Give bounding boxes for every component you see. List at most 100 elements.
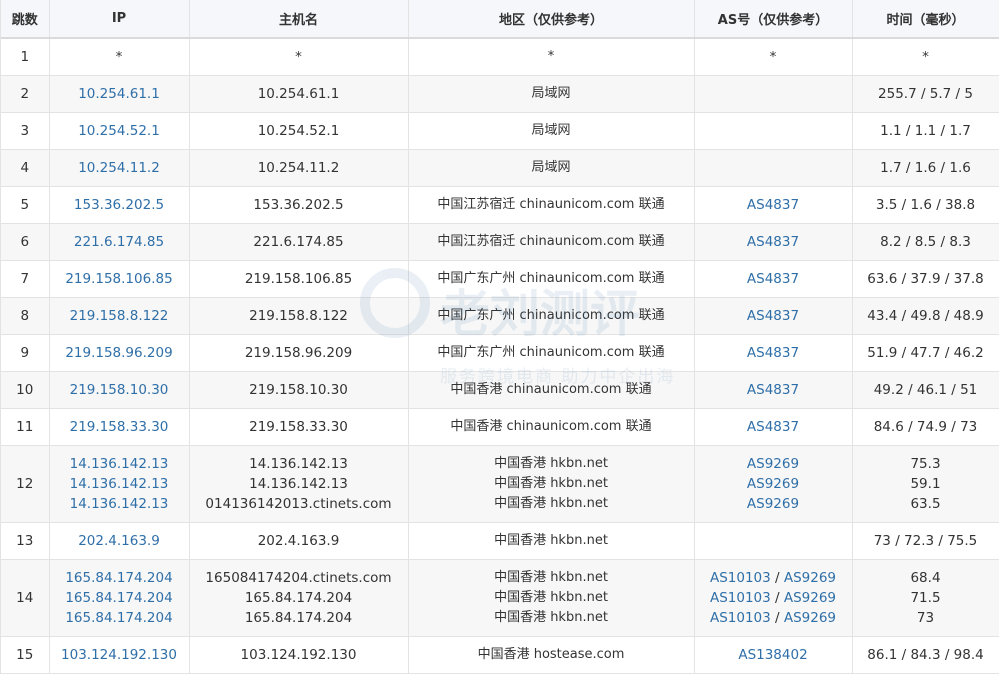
ip-link[interactable]: 219.158.106.85: [65, 271, 172, 287]
ip-link[interactable]: 165.84.174.204: [65, 570, 172, 586]
hostname-cell: 219.158.10.30: [189, 371, 409, 409]
hop-cell: 4: [1, 149, 50, 187]
as-link[interactable]: AS4837: [747, 271, 799, 287]
ip-cell-line: 10.254.11.2: [50, 158, 189, 178]
region-cell: 局域网: [408, 112, 695, 150]
time-cell-line: 1.7 / 1.6 / 1.6: [853, 158, 999, 178]
region-cell-text: 局域网: [531, 159, 571, 175]
ip-link[interactable]: 221.6.174.85: [74, 234, 164, 250]
ip-cell: 219.158.8.122: [49, 297, 190, 335]
traceroute-table: 跳数 IP 主机名 地区（仅供参考） AS号（仅供参考） 时间（毫秒） 1 * * *…: [1, 0, 999, 674]
as-link[interactable]: AS4837: [747, 419, 799, 435]
as-link[interactable]: AS9269: [784, 610, 836, 626]
as-cell-line: AS10103 / AS9269: [695, 588, 852, 608]
ip-cell: 219.158.33.30: [49, 408, 190, 446]
region-cell-line: 中国香港 hkbn.net: [409, 454, 694, 474]
time-cell-text: 3.5 / 1.6 / 38.8: [875, 196, 976, 213]
ip-link[interactable]: 10.254.52.1: [78, 123, 160, 139]
hostname-cell: 10.254.11.2: [189, 149, 409, 187]
ip-cell-line: 14.136.142.13: [50, 474, 189, 494]
ip-cell-line: 165.84.174.204: [50, 608, 189, 628]
time-cell-line: 68.4: [853, 568, 999, 588]
as-link[interactable]: AS9269: [747, 456, 799, 472]
ip-link[interactable]: 153.36.202.5: [74, 197, 164, 213]
as-link[interactable]: AS4837: [747, 308, 799, 324]
ip-link[interactable]: 219.158.33.30: [70, 419, 169, 435]
as-link[interactable]: AS4837: [747, 345, 799, 361]
hostname-cell-line: 10.254.11.2: [190, 158, 408, 178]
header-as: AS号（仅供参考）: [694, 0, 853, 39]
as-link[interactable]: AS10103: [710, 590, 771, 606]
time-cell-text: 73 / 72.3 / 75.5: [873, 532, 978, 549]
time-cell-text: 84.6 / 74.9 / 73: [873, 418, 978, 435]
as-cell: AS138402: [694, 636, 853, 674]
time-cell-line: *: [853, 47, 999, 67]
time-cell: 73 / 72.3 / 75.5: [852, 522, 999, 560]
ip-cell-line: 103.124.192.130: [50, 645, 189, 665]
time-cell-text: 75.3: [910, 455, 941, 472]
hostname-cell: 221.6.174.85: [189, 223, 409, 261]
region-cell-line: 中国香港 hostease.com: [409, 645, 694, 665]
as-separator: /: [770, 589, 784, 606]
ip-link[interactable]: 10.254.11.2: [78, 160, 160, 176]
ip-link[interactable]: 14.136.142.13: [70, 496, 169, 512]
hostname-cell-text: 10.254.61.1: [257, 85, 340, 102]
as-link[interactable]: AS9269: [784, 590, 836, 606]
hostname-cell: *: [189, 38, 409, 76]
ip-link[interactable]: 219.158.8.122: [70, 308, 169, 324]
ip-link[interactable]: 202.4.163.9: [78, 533, 160, 549]
ip-link[interactable]: 165.84.174.204: [65, 590, 172, 606]
region-cell-text: 中国江苏宿迁 chinaunicom.com 联通: [437, 196, 665, 212]
as-link[interactable]: AS4837: [747, 234, 799, 250]
as-link[interactable]: AS10103: [710, 570, 771, 586]
hostname-cell-line: 153.36.202.5: [190, 195, 408, 215]
hop-cell: 7: [1, 260, 50, 298]
region-cell-line: 中国江苏宿迁 chinaunicom.com 联通: [409, 232, 694, 252]
ip-cell: 219.158.96.209: [49, 334, 190, 372]
hostname-cell-line: 219.158.96.209: [190, 343, 408, 363]
as-link[interactable]: AS9269: [784, 570, 836, 586]
region-cell-line: 中国香港 hkbn.net: [409, 568, 694, 588]
hostname-cell-text: 219.158.96.209: [244, 344, 353, 361]
ip-link[interactable]: 14.136.142.13: [70, 456, 169, 472]
table-header-row: 跳数 IP 主机名 地区（仅供参考） AS号（仅供参考） 时间（毫秒）: [1, 0, 999, 39]
time-cell-line: 86.1 / 84.3 / 98.4: [853, 645, 999, 665]
ip-link[interactable]: 219.158.96.209: [65, 345, 172, 361]
as-cell-line: AS4837: [695, 343, 852, 363]
region-cell-text: 中国江苏宿迁 chinaunicom.com 联通: [437, 233, 665, 249]
as-cell-line: AS4837: [695, 417, 852, 437]
region-cell: 局域网: [408, 75, 695, 113]
as-cell-line: AS9269: [695, 474, 852, 494]
hostname-cell-text: 153.36.202.5: [253, 196, 344, 213]
hostname-cell-line: 219.158.106.85: [190, 269, 408, 289]
ip-link[interactable]: 219.158.10.30: [70, 382, 169, 398]
region-cell-line: 中国广东广州 chinaunicom.com 联通: [409, 269, 694, 289]
as-link[interactable]: AS138402: [738, 647, 807, 663]
hostname-cell-line: 165.84.174.204: [190, 588, 408, 608]
ip-cell-line: 219.158.106.85: [50, 269, 189, 289]
time-cell-line: 63.6 / 37.9 / 37.8: [853, 269, 999, 289]
ip-link[interactable]: 165.84.174.204: [65, 610, 172, 626]
region-cell: 中国江苏宿迁 chinaunicom.com 联通: [408, 186, 695, 224]
as-link[interactable]: AS9269: [747, 496, 799, 512]
as-cell: AS10103 / AS9269 AS10103 / AS9269 AS10103 …: [694, 559, 853, 637]
time-cell-line: 59.1: [853, 474, 999, 494]
region-cell-line: 中国香港 hkbn.net: [409, 474, 694, 494]
hostname-cell-text: 10.254.11.2: [257, 159, 340, 176]
ip-link[interactable]: 14.136.142.13: [70, 476, 169, 492]
as-link[interactable]: AS4837: [747, 382, 799, 398]
hop-cell: 5: [1, 186, 50, 224]
as-cell: AS4837: [694, 408, 853, 446]
time-cell: 84.6 / 74.9 / 73: [852, 408, 999, 446]
ip-link[interactable]: 10.254.61.1: [78, 86, 160, 102]
time-cell-line: 84.6 / 74.9 / 73: [853, 417, 999, 437]
time-cell: 8.2 / 8.5 / 8.3: [852, 223, 999, 261]
as-link[interactable]: AS9269: [747, 476, 799, 492]
as-link[interactable]: AS10103: [710, 610, 771, 626]
region-cell: 中国香港 hostease.com: [408, 636, 695, 674]
ip-link[interactable]: 103.124.192.130: [61, 647, 177, 663]
as-link[interactable]: AS4837: [747, 197, 799, 213]
hostname-cell: 219.158.106.85: [189, 260, 409, 298]
region-cell-text: *: [547, 48, 555, 64]
table-row: 13 202.4.163.9 202.4.163.9 中国香港 hkbn.net 73 …: [1, 522, 999, 560]
